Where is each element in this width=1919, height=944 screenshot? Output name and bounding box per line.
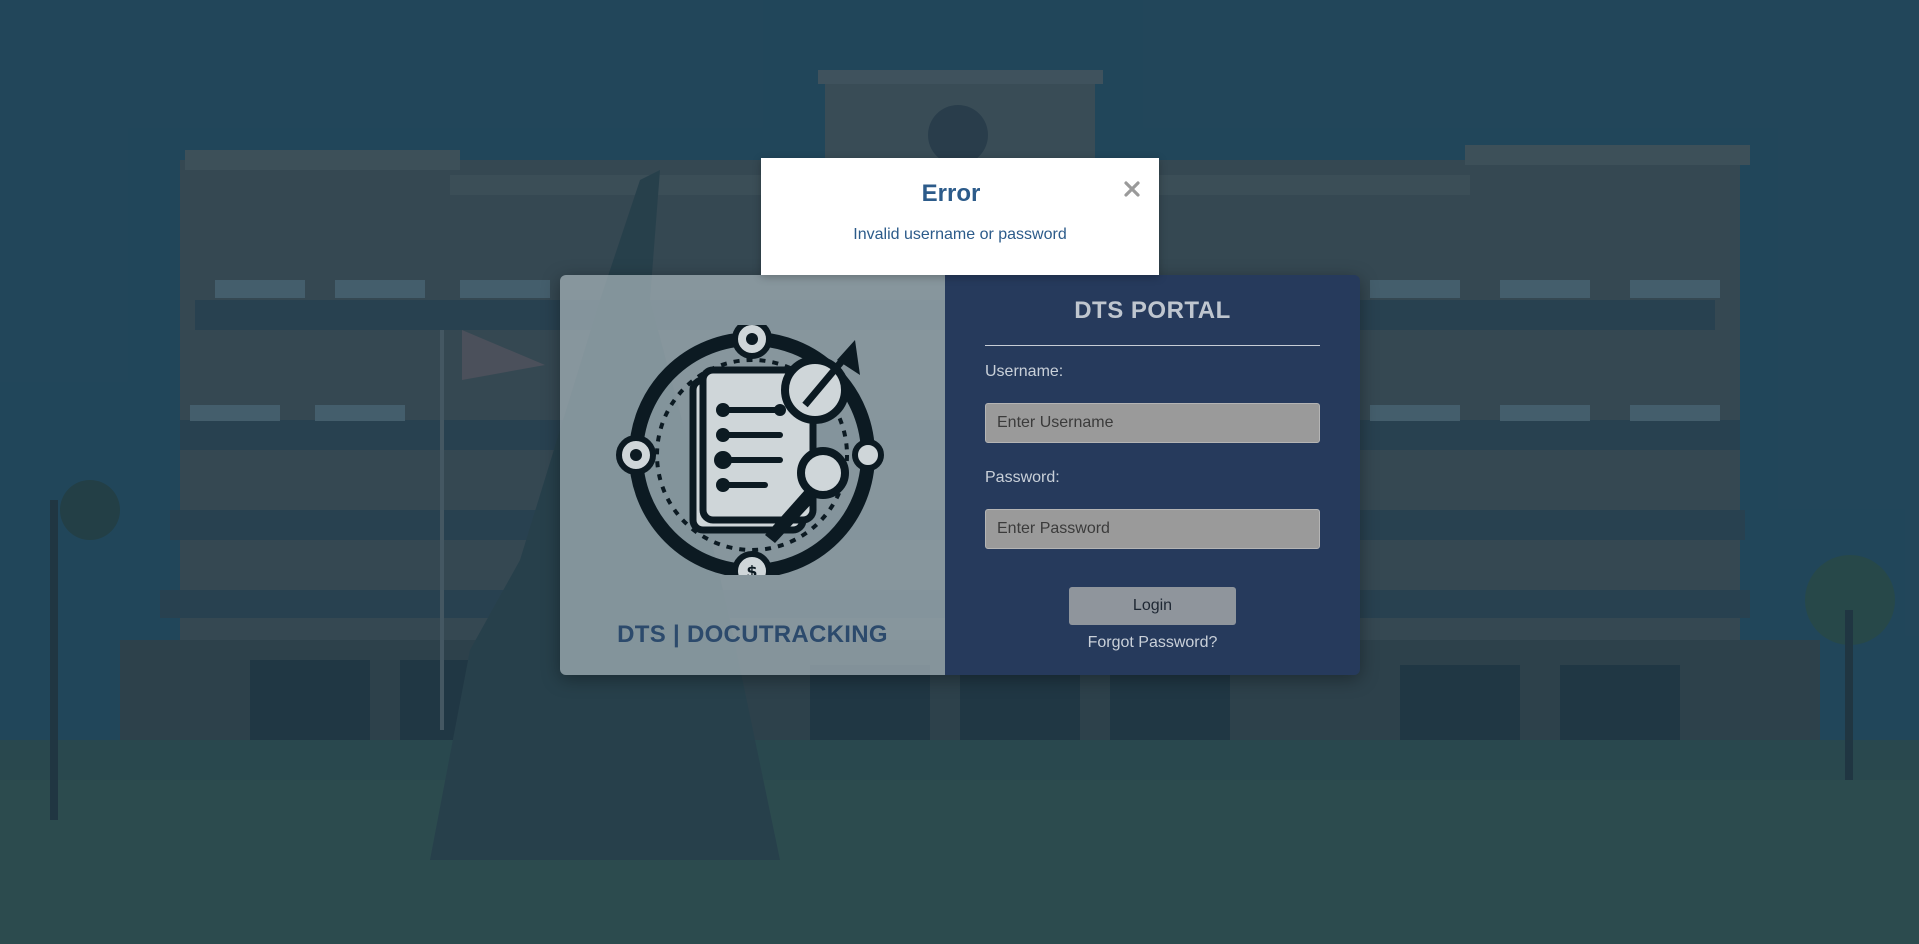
error-modal: Error Invalid username or password bbox=[761, 158, 1159, 275]
brand-title: DTS | DOCUTRACKING bbox=[617, 621, 888, 648]
error-message: Invalid username or password bbox=[853, 226, 1067, 243]
brand-panel: $ DTS | DOCUTRACKING bbox=[560, 275, 945, 675]
password-input[interactable] bbox=[985, 509, 1320, 549]
login-card: $ DTS | DOCUTRACKING DTS PORTAL Username… bbox=[560, 275, 1360, 675]
username-label: Username: bbox=[985, 363, 1064, 380]
forgot-password-link[interactable]: Forgot Password? bbox=[945, 634, 1360, 652]
username-input[interactable] bbox=[985, 403, 1320, 443]
login-form-panel: DTS PORTAL Username: Password: Login For… bbox=[945, 275, 1360, 675]
title-divider bbox=[985, 345, 1320, 346]
login-button[interactable]: Login bbox=[1069, 587, 1236, 625]
portal-title: DTS PORTAL bbox=[1074, 297, 1231, 324]
document-tracking-logo-icon: $ bbox=[615, 319, 890, 591]
error-title: Error bbox=[921, 180, 981, 207]
svg-text:$: $ bbox=[746, 562, 757, 575]
password-label: Password: bbox=[985, 469, 1060, 486]
close-icon[interactable] bbox=[1121, 178, 1143, 200]
